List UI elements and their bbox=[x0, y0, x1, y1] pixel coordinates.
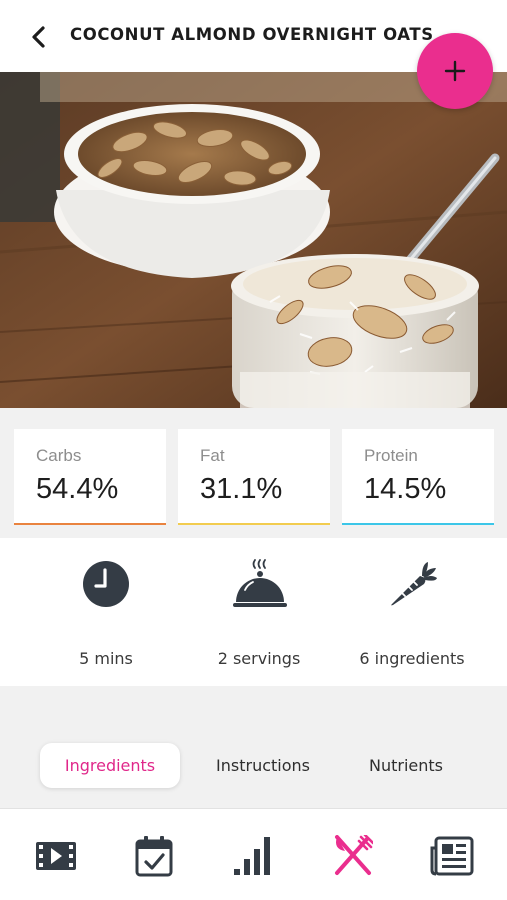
recipe-stats: 5 mins 2 servings 6 ingredients bbox=[0, 538, 507, 686]
serving-cloche-icon bbox=[233, 559, 287, 607]
fork-knife-icon bbox=[335, 835, 373, 875]
nav-progress[interactable] bbox=[230, 833, 278, 879]
tab-instructions[interactable]: Instructions bbox=[196, 743, 330, 788]
chevron-left-icon bbox=[32, 26, 45, 48]
nav-planner[interactable] bbox=[130, 833, 178, 879]
carrot-icon bbox=[391, 562, 437, 606]
video-icon bbox=[36, 842, 76, 870]
newspaper-icon bbox=[430, 836, 474, 876]
tab-ingredients[interactable]: Ingredients bbox=[40, 743, 180, 788]
macro-card-fat: Fat 31.1% bbox=[178, 429, 330, 525]
bar-chart-icon bbox=[234, 837, 270, 875]
calendar-check-icon bbox=[135, 836, 173, 877]
stat-servings: 2 servings bbox=[184, 556, 334, 676]
back-button[interactable] bbox=[24, 22, 54, 52]
stat-label: 5 mins bbox=[79, 649, 133, 668]
nav-videos[interactable] bbox=[32, 833, 80, 879]
clock-icon bbox=[83, 561, 129, 607]
tab-nutrients[interactable]: Nutrients bbox=[350, 743, 462, 788]
nav-recipes[interactable] bbox=[328, 833, 376, 879]
macro-card-protein: Protein 14.5% bbox=[342, 429, 494, 525]
add-button[interactable] bbox=[417, 33, 493, 109]
macro-label: Protein bbox=[364, 446, 418, 465]
macro-summary: Carbs 54.4% Fat 31.1% Protein 14.5% bbox=[0, 408, 507, 538]
page-title: COCONUT ALMOND OVERNIGHT OATS bbox=[70, 25, 434, 44]
macro-underline bbox=[178, 523, 330, 525]
stat-label: 6 ingredients bbox=[359, 649, 465, 668]
macro-value: 14.5% bbox=[364, 473, 447, 505]
nav-articles[interactable] bbox=[428, 833, 476, 879]
macro-card-carbs: Carbs 54.4% bbox=[14, 429, 166, 525]
macro-value: 31.1% bbox=[200, 473, 283, 505]
stat-time: 5 mins bbox=[31, 556, 181, 676]
macro-value: 54.4% bbox=[36, 473, 119, 505]
macro-underline bbox=[342, 523, 494, 525]
macro-label: Carbs bbox=[36, 446, 82, 465]
stat-label: 2 servings bbox=[217, 649, 301, 668]
bottom-navigation bbox=[0, 808, 507, 900]
stat-ingredients: 6 ingredients bbox=[337, 556, 487, 676]
macro-underline bbox=[14, 523, 166, 525]
plus-icon bbox=[444, 60, 466, 82]
recipe-image bbox=[0, 72, 507, 408]
macro-label: Fat bbox=[200, 446, 225, 465]
